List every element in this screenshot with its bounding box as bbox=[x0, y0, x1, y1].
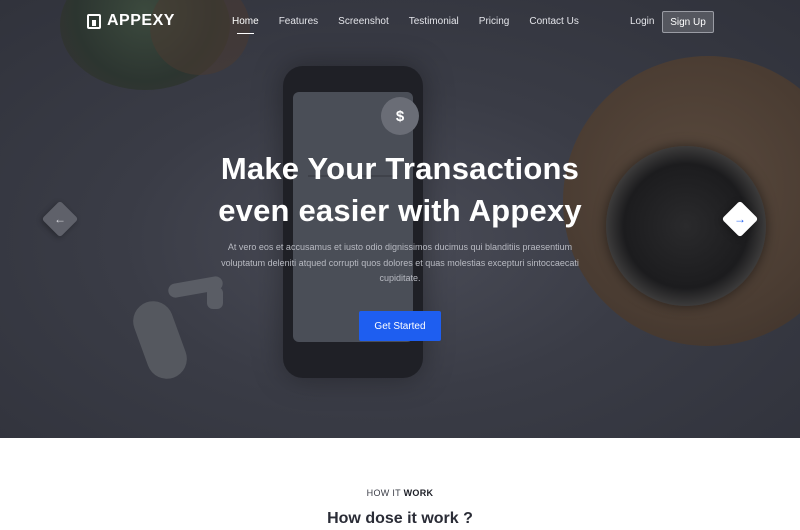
hero-title: Make Your Transactions even easier with … bbox=[0, 148, 800, 232]
nav-screenshot[interactable]: Screenshot bbox=[338, 16, 389, 27]
navbar: APPEXY Home Features Screenshot Testimon… bbox=[0, 0, 800, 44]
nav-features[interactable]: Features bbox=[279, 16, 318, 27]
logo[interactable]: APPEXY bbox=[87, 12, 175, 30]
nav-home[interactable]: Home bbox=[232, 16, 259, 34]
nav-contact-us[interactable]: Contact Us bbox=[529, 16, 578, 27]
hero-title-line1: Make Your Transactions bbox=[220, 151, 580, 186]
nav-links: Home Features Screenshot Testimonial Pri… bbox=[232, 16, 599, 34]
earbud-image bbox=[127, 295, 193, 385]
nav-pricing[interactable]: Pricing bbox=[479, 16, 510, 27]
dollar-icon: $ bbox=[381, 97, 419, 135]
signup-button[interactable]: Sign Up bbox=[662, 11, 714, 33]
get-started-button[interactable]: Get Started bbox=[359, 311, 441, 341]
section-tag: HOW IT WORK bbox=[0, 488, 800, 498]
arrow-left-icon: ← bbox=[54, 212, 66, 226]
slider-next-button[interactable]: → bbox=[721, 200, 759, 238]
section-title: How dose it work ? bbox=[327, 510, 473, 527]
nav-testimonial[interactable]: Testimonial bbox=[409, 16, 459, 27]
login-link[interactable]: Login bbox=[630, 16, 654, 27]
section-tag-bold: WORK bbox=[403, 488, 434, 498]
section-tag-light: HOW IT bbox=[366, 488, 404, 498]
logo-text: APPEXY bbox=[107, 12, 175, 29]
logo-icon bbox=[87, 13, 101, 29]
arrow-right-icon: → bbox=[734, 212, 746, 226]
slider-prev-button[interactable]: ← bbox=[41, 200, 79, 238]
earbud-tip-image bbox=[207, 287, 223, 309]
hero-description: At vero eos et accusamus et iusto odio d… bbox=[221, 242, 579, 283]
hero-section: $ APPEXY Home Features Screenshot Testim… bbox=[0, 0, 800, 438]
hero-title-line2: even easier with Appexy bbox=[218, 193, 582, 228]
